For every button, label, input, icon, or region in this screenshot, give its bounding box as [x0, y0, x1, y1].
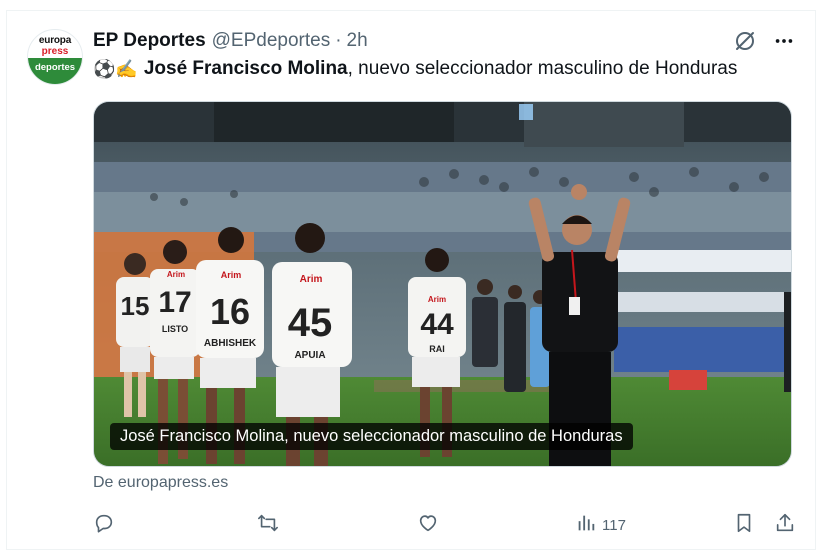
avatar[interactable]: europa press deportes — [27, 29, 83, 85]
avatar-logo-line3: deportes — [34, 62, 76, 73]
jersey-sponsor: Arim — [300, 274, 323, 285]
media-caption: José Francisco Molina, nuevo seleccionad… — [110, 423, 633, 450]
views-button[interactable]: 117 — [575, 511, 626, 539]
jersey-sponsor: Arim — [221, 270, 242, 280]
reply-button[interactable] — [93, 511, 115, 539]
more-icon[interactable] — [773, 30, 795, 57]
views-count: 117 — [602, 516, 626, 534]
tweet-actions: 117 — [93, 511, 796, 539]
jersey-name: LISTO — [162, 324, 188, 334]
bookmark-icon — [733, 512, 755, 538]
link-source[interactable]: De europapress.es — [93, 474, 228, 492]
jersey-number: 45 — [288, 301, 333, 345]
separator-dot: · — [335, 30, 342, 51]
retweet-button[interactable] — [257, 511, 279, 539]
jersey-name: ABHISHEK — [204, 338, 257, 349]
jersey-sponsor: Arim — [428, 295, 446, 304]
author-handle[interactable]: @EPdeportes — [212, 30, 331, 52]
tweet-card[interactable]: europa press deportes EP Deportes @EPdep… — [6, 10, 816, 550]
tweet-emojis: ⚽✍️ — [93, 58, 138, 79]
tweet-media[interactable]: 15 Arim 17 LISTO Arim 16 ABHISHEK Arim 4… — [93, 101, 792, 467]
top-right-icons — [733, 29, 795, 58]
jersey-number: 16 — [210, 291, 250, 332]
reply-icon — [93, 512, 115, 538]
author-name[interactable]: EP Deportes — [93, 30, 206, 52]
tweet-timestamp[interactable]: 2h — [347, 30, 368, 52]
jersey-number: 15 — [121, 291, 150, 321]
media-photo: 15 Arim 17 LISTO Arim 16 ABHISHEK Arim 4… — [94, 102, 791, 466]
share-button[interactable] — [774, 511, 796, 539]
like-icon — [417, 512, 439, 538]
tweet-text: ⚽✍️ José Francisco Molina , nuevo selecc… — [93, 58, 737, 80]
jersey-sponsor: Arim — [167, 270, 185, 279]
share-icon — [774, 512, 796, 538]
jersey-name: RAI — [429, 344, 445, 354]
retweet-icon — [257, 512, 279, 538]
tweet-text-bold: José Francisco Molina — [143, 58, 348, 79]
like-button[interactable] — [417, 511, 439, 539]
tweet-text-rest: , nuevo seleccionador masculino de Hondu… — [347, 58, 738, 79]
jersey-number: 17 — [158, 286, 191, 319]
jersey-number: 44 — [420, 308, 454, 341]
avatar-logo-line2: press — [41, 46, 69, 57]
views-icon — [575, 512, 597, 538]
bookmark-button[interactable] — [733, 511, 755, 539]
tweet-header: EP Deportes @EPdeportes · 2h — [93, 29, 368, 53]
grok-icon[interactable] — [733, 29, 757, 58]
jersey-name: APUIA — [294, 350, 325, 361]
avatar-logo-line1: europa — [38, 35, 72, 46]
